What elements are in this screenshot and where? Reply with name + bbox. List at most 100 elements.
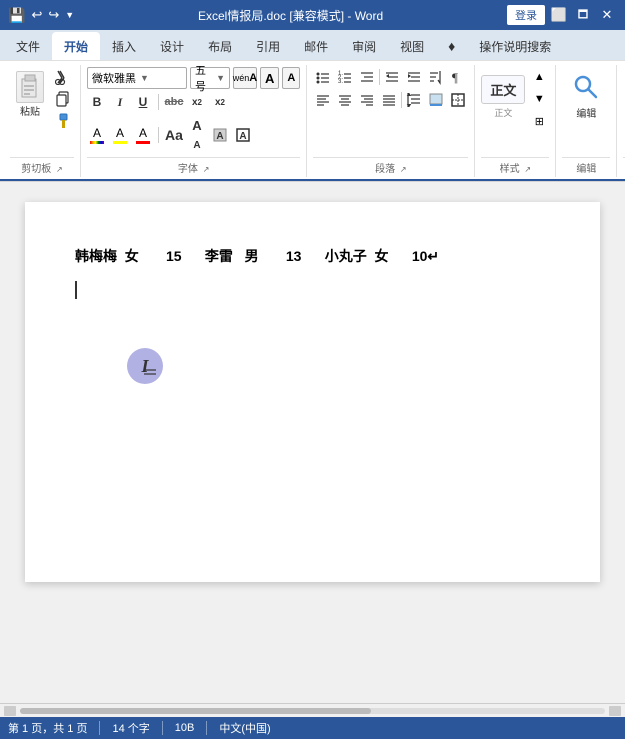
tab-view[interactable]: 视图 [388, 32, 436, 60]
char-border-button[interactable]: A [233, 125, 253, 145]
font-color-button[interactable]: A [133, 125, 153, 145]
scroll-right-btn[interactable] [609, 706, 621, 716]
font-content: 微软雅黑 ▼ 五号 ▼ wén A A A [87, 67, 300, 155]
font-expand-button[interactable]: Aa [164, 125, 184, 145]
edit-content: 编辑 [562, 67, 610, 155]
styles-group: 正文 正文 ▲ ▼ ⊞ 样式 ↗ [477, 65, 556, 177]
tab-home[interactable]: 开始 [52, 32, 100, 60]
paste-label: 粘贴 [20, 103, 40, 118]
statusbar-divider3 [206, 721, 207, 734]
font-btn-A-small[interactable]: A [187, 135, 207, 155]
styles-scroll-up[interactable]: ▲ [529, 67, 549, 87]
paste-icon [16, 71, 44, 103]
multilevel-list-button[interactable] [357, 67, 377, 87]
bold-button[interactable]: B [87, 92, 107, 112]
line-spacing-button[interactable] [404, 90, 424, 110]
svg-text:¶: ¶ [452, 70, 458, 85]
document-page[interactable]: 韩梅梅 女 15 李雷 男 13 小丸子 女 10↵ I [25, 202, 600, 582]
svg-text:A: A [216, 131, 223, 142]
clipboard-expand-icon[interactable]: ↗ [56, 165, 63, 174]
align-right-button[interactable] [357, 90, 377, 110]
redo-icon[interactable]: ↪ [48, 7, 59, 23]
clipboard-group: 粘贴 剪切板 ↗ [6, 65, 81, 177]
font-size-increase-button[interactable]: A [260, 67, 279, 89]
show-marks-button[interactable]: ¶ [448, 67, 468, 87]
statusbar: 第 1 页，共 1 页 14 个字 10B 中文(中国) [0, 717, 625, 739]
font-row1: 微软雅黑 ▼ 五号 ▼ wén A A A [87, 67, 300, 89]
tab-file[interactable]: 文件 [4, 32, 52, 60]
shading-button[interactable] [426, 90, 446, 110]
scroll-thumb[interactable] [20, 708, 371, 714]
clipboard-label: 剪切板 ↗ [10, 157, 74, 175]
increase-indent-button[interactable] [404, 67, 424, 87]
styles-expand[interactable]: ⊞ [529, 111, 549, 131]
font-name-value: 微软雅黑 [92, 70, 136, 86]
decrease-indent-button[interactable] [382, 67, 402, 87]
tab-layout[interactable]: 布局 [196, 32, 244, 60]
statusbar-divider1 [99, 721, 100, 734]
numbered-list-button[interactable]: 1.2.3. [335, 67, 355, 87]
combine-icon[interactable]: ⬜ [549, 5, 569, 25]
font-name-selector[interactable]: 微软雅黑 ▼ [87, 67, 187, 89]
normal-style-button[interactable]: 正文 [481, 75, 525, 104]
paragraph-label: 段落 ↗ [313, 157, 468, 175]
tab-search[interactable]: 操作说明搜索 [467, 32, 563, 60]
scroll-left-btn[interactable] [4, 706, 16, 716]
undo-icon[interactable]: ↩ [31, 7, 42, 23]
svg-text:A: A [239, 131, 246, 142]
statusbar-divider2 [162, 721, 163, 734]
borders-button[interactable] [448, 90, 468, 110]
underline-button[interactable]: U [133, 92, 153, 112]
styles-label: 样式 ↗ [481, 157, 549, 175]
quick-access-dropdown-icon[interactable]: ▼ [65, 10, 74, 20]
save-icon[interactable]: 💾 [8, 7, 25, 24]
horizontal-scrollbar[interactable] [0, 703, 625, 717]
copy-button[interactable] [52, 89, 74, 109]
wen-button[interactable]: wén A [233, 67, 257, 89]
text-cursor [75, 281, 77, 299]
format-painter-button[interactable] [52, 111, 74, 131]
subscript-button[interactable]: x2 [187, 92, 207, 112]
char-shading-button[interactable]: A [210, 125, 230, 145]
text-effects-button[interactable]: A [87, 125, 107, 145]
ribbon-content: 粘贴 剪切板 ↗ [0, 60, 625, 179]
font-size-selector[interactable]: 五号 ▼ [190, 67, 230, 89]
paragraph-expand-icon[interactable]: ↗ [400, 165, 407, 174]
sort-button[interactable] [426, 67, 446, 87]
tab-mail[interactable]: 邮件 [292, 32, 340, 60]
bullet-list-button[interactable] [313, 67, 333, 87]
find-button[interactable]: 编辑 [562, 67, 610, 124]
find-icon [570, 71, 602, 103]
align-center-button[interactable] [335, 90, 355, 110]
tab-reference[interactable]: 引用 [244, 32, 292, 60]
font-size-decrease-button[interactable]: A [282, 67, 300, 89]
font-btn-A-big[interactable]: A [187, 115, 207, 135]
close-icon[interactable]: ✕ [597, 5, 617, 25]
cut-button[interactable] [52, 67, 74, 87]
login-button[interactable]: 登录 [507, 5, 545, 25]
tab-help[interactable]: ♦ [436, 32, 467, 60]
paragraph-group: 1.2.3. [309, 65, 475, 177]
align-left-button[interactable] [313, 90, 333, 110]
tab-insert[interactable]: 插入 [100, 32, 148, 60]
highlight-color-button[interactable]: A [110, 125, 130, 145]
strikethrough-button[interactable]: abc [164, 92, 184, 112]
font-row3: A A A Aa A [87, 115, 300, 155]
scroll-track[interactable] [20, 708, 605, 714]
paste-button[interactable]: 粘贴 [10, 67, 50, 122]
paragraph-content: 1.2.3. [313, 67, 468, 155]
justify-button[interactable] [379, 90, 399, 110]
tab-design[interactable]: 设计 [148, 32, 196, 60]
italic-button[interactable]: I [110, 92, 130, 112]
page-info: 第 1 页，共 1 页 [8, 720, 87, 736]
maximize-icon[interactable]: 🗖 [573, 5, 593, 25]
font-expand-icon[interactable]: ↗ [203, 165, 210, 174]
tab-review[interactable]: 审阅 [340, 32, 388, 60]
window-title: Excel情报局.doc [兼容模式] - Word [74, 7, 507, 24]
titlebar: 💾 ↩ ↪ ▼ Excel情报局.doc [兼容模式] - Word 登录 ⬜ … [0, 0, 625, 30]
styles-scroll-down[interactable]: ▼ [529, 89, 549, 109]
styles-expand-icon[interactable]: ↗ [524, 165, 531, 174]
superscript-button[interactable]: x2 [210, 92, 230, 112]
cursor-lines-icon [143, 368, 157, 378]
ribbon: 文件 开始 插入 设计 布局 引用 邮件 审阅 视图 ♦ 操作说明搜索 [0, 30, 625, 182]
